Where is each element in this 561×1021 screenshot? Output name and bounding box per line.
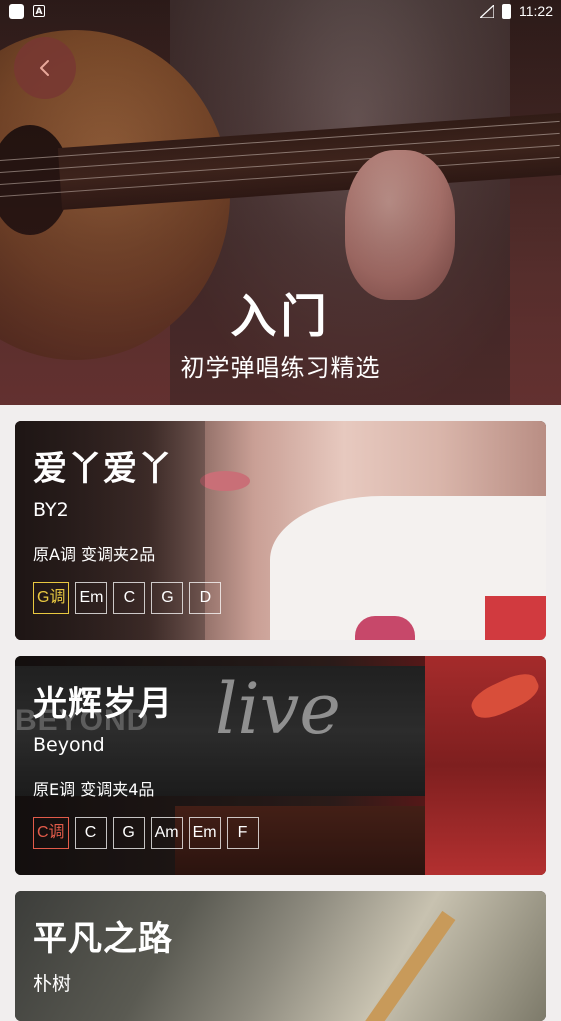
chord-chip: D [189,582,222,614]
song-title: 平凡之路 [33,919,173,959]
chord-chip: C [113,582,146,614]
chord-key-chip: C调 [33,817,69,849]
page-title: 入门 [230,289,331,343]
signal-icon [480,5,494,18]
song-card[interactable]: 平凡之路 朴树 [15,891,546,1021]
chord-chip: C [74,817,107,849]
chord-chip: G [112,817,145,849]
song-key-info: 原E调 变调夹4品 [33,780,155,799]
notification-a-icon: A [33,5,45,17]
song-artist: 朴树 [33,973,72,995]
chord-list: G调 Em C G D [33,582,222,614]
status-time: 11:22 [519,3,553,19]
back-button[interactable] [14,37,76,99]
song-artist: Beyond [33,734,105,756]
song-card[interactable]: BEYOND live 光辉岁月 Beyond 原E调 变调夹4品 C调 C G… [15,656,546,875]
page-subtitle: 初学弹唱练习精选 [180,354,381,382]
song-artist: BY2 [33,499,69,521]
chord-chip: Em [75,582,108,614]
chord-key-chip: G调 [33,582,70,614]
battery-icon [502,4,511,19]
status-bar: A 11:22 [0,0,561,24]
song-card[interactable]: 爱丫爱丫 BY2 原A调 变调夹2品 G调 Em C G D [15,421,546,640]
chevron-left-icon [40,60,49,76]
chord-list: C调 C G Am Em F [33,817,259,849]
song-key-info: 原A调 变调夹2品 [33,545,156,564]
notification-square-icon [9,4,24,19]
chord-chip: F [226,817,259,849]
song-title: 爱丫爱丫 [33,449,173,489]
chord-chip: Em [188,817,221,849]
chord-chip: G [151,582,184,614]
chord-chip: Am [150,817,183,849]
song-title: 光辉岁月 [33,684,173,724]
hero-banner: 入门 初学弹唱练习精选 [0,0,561,405]
